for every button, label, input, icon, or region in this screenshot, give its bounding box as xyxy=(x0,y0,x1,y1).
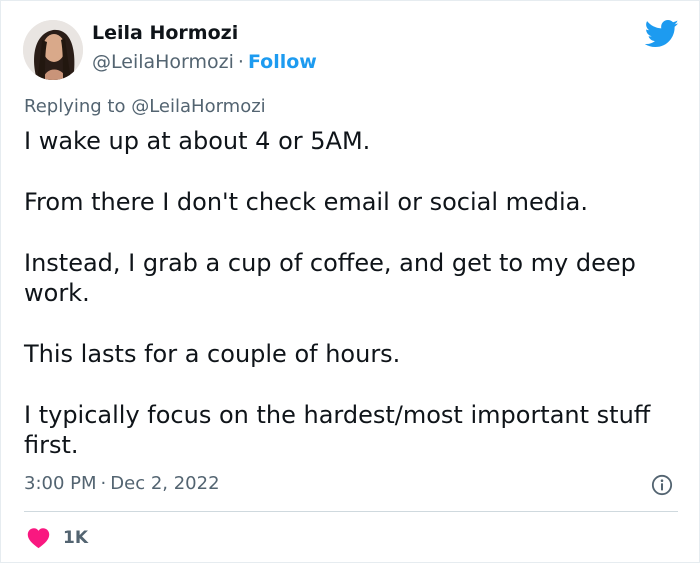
tweet-time: 3:00 PM xyxy=(24,473,97,494)
replying-prefix: Replying to xyxy=(24,96,126,117)
handle-separator: · xyxy=(237,51,244,73)
replying-to: Replying to @LeilaHormozi xyxy=(24,96,266,117)
avatar[interactable] xyxy=(23,20,83,80)
like-action[interactable]: 1K xyxy=(27,525,88,551)
tweet-paragraph: This lasts for a couple of hours. xyxy=(24,340,401,368)
handle-row: @LeilaHormozi · Follow xyxy=(92,51,317,73)
tweet-paragraph: From there I don't check email or social… xyxy=(24,188,589,216)
tweet-paragraph: Instead, I grab a cup of coffee, and get… xyxy=(24,249,636,307)
divider xyxy=(24,511,678,512)
tweet-text: I wake up at about 4 or 5AM. From there … xyxy=(24,126,684,460)
reply-mention-link[interactable]: @LeilaHormozi xyxy=(131,96,265,117)
tweet-date: Dec 2, 2022 xyxy=(110,473,220,494)
tweet-paragraph: I typically focus on the hardest/most im… xyxy=(24,401,651,459)
like-count: 1K xyxy=(63,528,89,548)
twitter-bird-icon[interactable] xyxy=(645,19,679,49)
meta-separator: · xyxy=(100,473,107,494)
tweet-card: Leila Hormozi @LeilaHormozi · Follow Reply… xyxy=(0,0,700,563)
tweet-timestamp[interactable]: 3:00 PM · Dec 2, 2022 xyxy=(24,473,220,494)
follow-button[interactable]: Follow xyxy=(248,51,317,73)
tweet-paragraph: I wake up at about 4 or 5AM. xyxy=(24,127,371,155)
author-name[interactable]: Leila Hormozi xyxy=(92,22,238,44)
info-icon[interactable] xyxy=(651,474,673,496)
author-handle[interactable]: @LeilaHormozi xyxy=(92,51,234,73)
heart-icon[interactable] xyxy=(27,527,50,549)
